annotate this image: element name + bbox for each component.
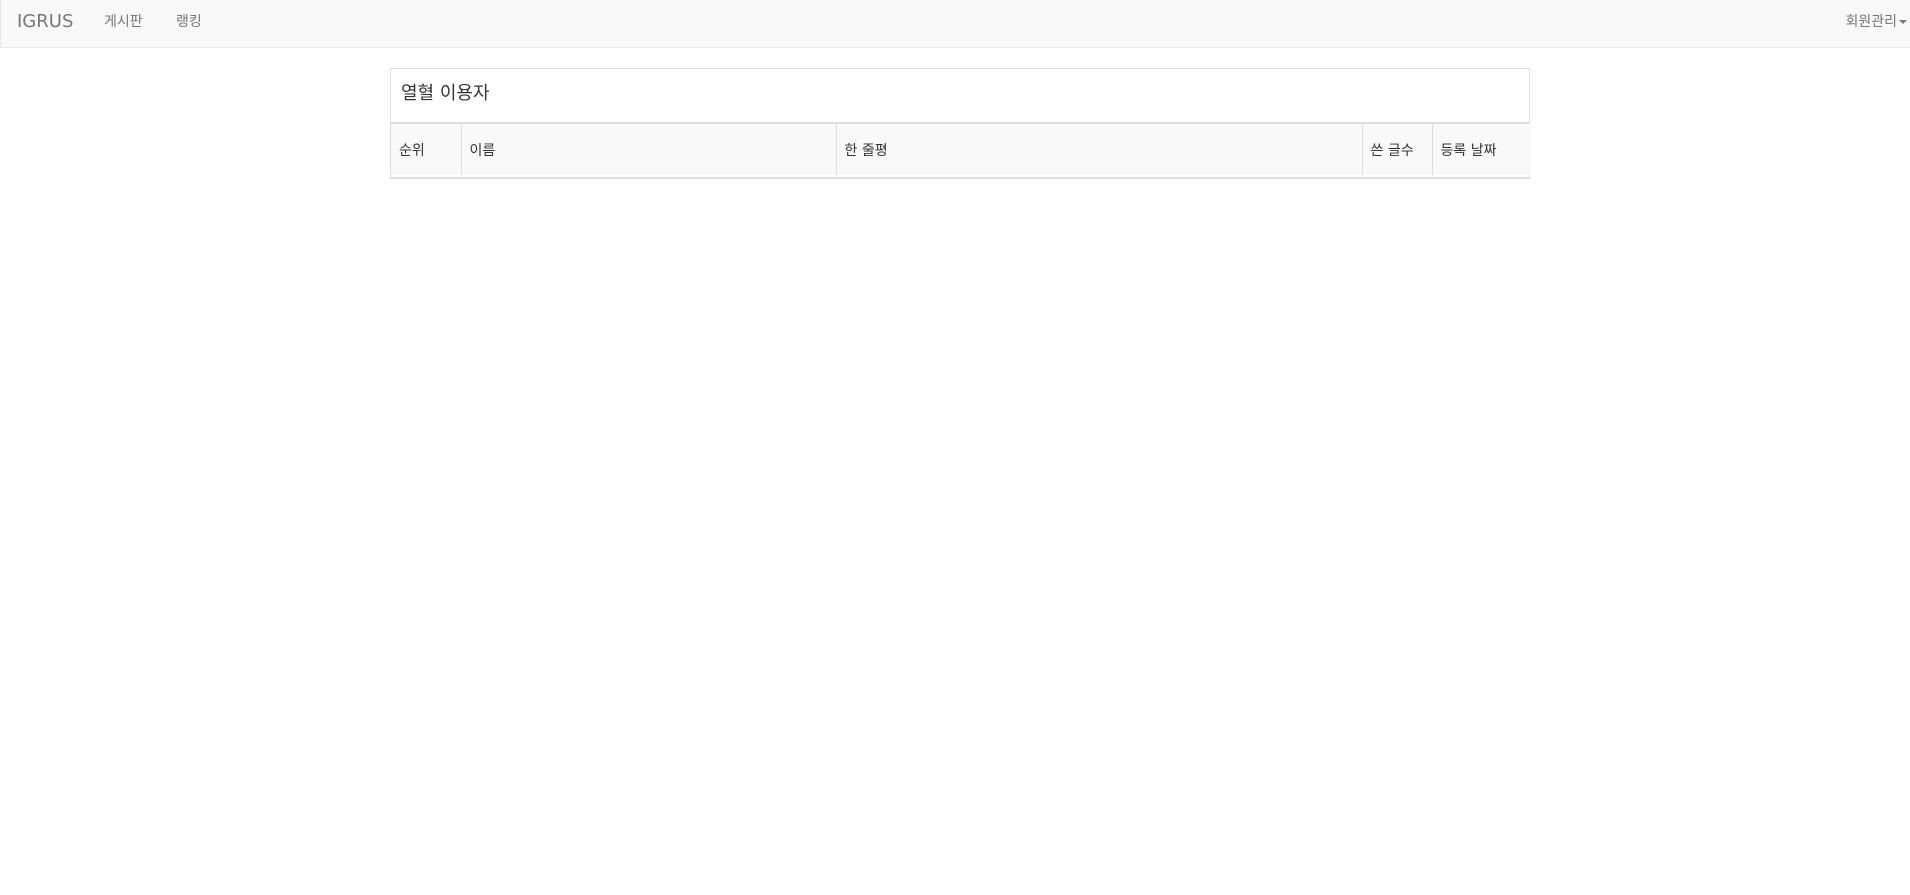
brand-link[interactable]: IGRUS bbox=[17, 12, 73, 32]
member-management-dropdown[interactable]: 회원관리 bbox=[1845, 14, 1907, 30]
ranking-table: 순위 이름 한 줄평 쓴 글수 등록 날짜 bbox=[391, 124, 1531, 175]
nav-link-board[interactable]: 게시판 bbox=[104, 14, 143, 30]
panel-title: 열혈 이용자 bbox=[391, 69, 1529, 124]
column-header-post-count: 쓴 글수 bbox=[1362, 124, 1433, 175]
member-management-label: 회원관리 bbox=[1845, 14, 1897, 30]
top-navbar: IGRUS 게시판 랭킹 회원관리 bbox=[0, 0, 1910, 48]
nav-link-ranking[interactable]: 랭킹 bbox=[176, 14, 202, 30]
column-header-name: 이름 bbox=[461, 124, 837, 175]
table-header-row: 순위 이름 한 줄평 쓴 글수 등록 날짜 bbox=[391, 124, 1531, 175]
top-users-panel: 열혈 이용자 순위 이름 한 줄평 쓴 글수 등록 날짜 bbox=[390, 68, 1531, 179]
column-header-registered-date: 등록 날짜 bbox=[1440, 142, 1497, 159]
caret-down-icon bbox=[1899, 20, 1907, 24]
column-header-comment: 한 줄평 bbox=[836, 124, 1363, 175]
column-header-rank: 순위 bbox=[391, 124, 462, 175]
